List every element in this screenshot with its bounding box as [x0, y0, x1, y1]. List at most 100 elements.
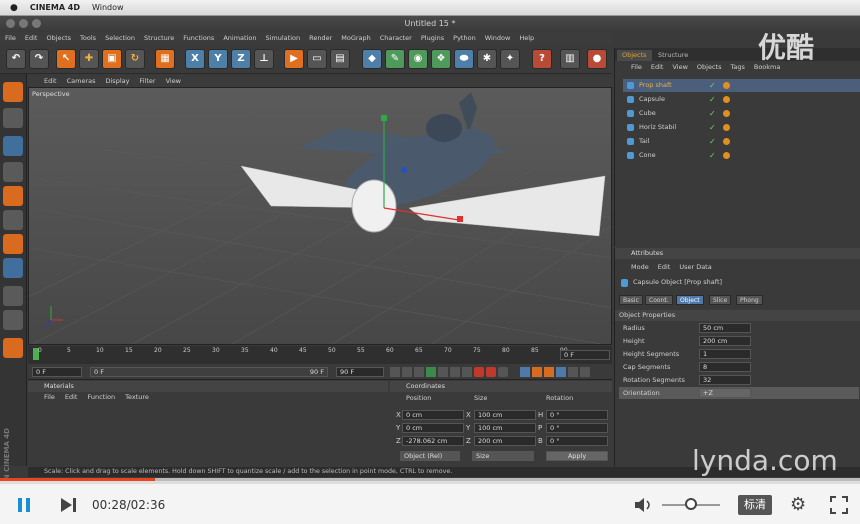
attributes-menu-user-data[interactable]: User Data	[679, 261, 711, 273]
viewport-menu-display[interactable]: Display	[106, 76, 130, 87]
parameter-key-icon[interactable]	[556, 367, 566, 377]
visibility-check-icon[interactable]: ✓	[709, 121, 716, 134]
menu-selection[interactable]: Selection	[105, 32, 135, 44]
menu-edit[interactable]: Edit	[25, 32, 38, 44]
pos-x-field[interactable]: 0 cm	[402, 410, 464, 420]
uv-mode-icon[interactable]	[3, 234, 23, 254]
menu-simulation[interactable]: Simulation	[265, 32, 300, 44]
materials-menu-file[interactable]: File	[44, 393, 55, 403]
next-icon[interactable]	[60, 497, 78, 513]
menu-animation[interactable]: Animation	[223, 32, 256, 44]
visibility-check-icon[interactable]: ✓	[709, 93, 716, 106]
object-row-capsule[interactable]: Capsule ✓	[623, 93, 860, 106]
cube-primitive-icon[interactable]: ◆	[362, 49, 382, 69]
viewport-menu-cameras[interactable]: Cameras	[67, 76, 96, 87]
x-handle[interactable]	[457, 216, 463, 222]
size-x-field[interactable]: 100 cm	[474, 410, 536, 420]
deformer-icon[interactable]: ⬬	[454, 49, 474, 69]
size-y-field[interactable]: 100 cm	[474, 423, 536, 433]
volume-knob[interactable]	[685, 498, 697, 510]
phong-tag-icon[interactable]	[723, 138, 730, 145]
objects-menu-view[interactable]: View	[672, 62, 687, 73]
minimize-window-icon[interactable]	[19, 19, 28, 28]
stop-icon[interactable]: ●	[587, 49, 607, 69]
fullscreen-icon[interactable]	[830, 496, 848, 514]
visibility-check-icon[interactable]: ✓	[709, 79, 716, 92]
menu-render[interactable]: Render	[309, 32, 332, 44]
tab-coord[interactable]: Coord.	[645, 295, 673, 305]
texture-mode-icon[interactable]	[3, 108, 23, 128]
render-settings-icon[interactable]: ▤	[330, 49, 350, 69]
rot-h-field[interactable]: 0 °	[546, 410, 608, 420]
viewport-menu-filter[interactable]: Filter	[139, 76, 155, 87]
record-icon[interactable]	[474, 367, 484, 377]
close-window-icon[interactable]	[6, 19, 15, 28]
model-mode-icon[interactable]	[3, 136, 23, 156]
current-frame-field[interactable]: 0 F	[560, 350, 610, 360]
scale-tool-icon[interactable]: ▣	[102, 49, 122, 69]
prev-key-icon[interactable]	[402, 367, 412, 377]
menu-character[interactable]: Character	[380, 32, 412, 44]
subdivision-surface-icon[interactable]: ◉	[408, 49, 428, 69]
menu-file[interactable]: File	[5, 32, 16, 44]
app-menu[interactable]: CINEMA 4D	[30, 3, 80, 12]
visibility-check-icon[interactable]: ✓	[709, 135, 716, 148]
tab-object[interactable]: Object	[676, 295, 704, 305]
rot-b-field[interactable]: 0 °	[546, 436, 608, 446]
array-generator-icon[interactable]: ❖	[431, 49, 451, 69]
x-axis-icon[interactable]: X	[185, 49, 205, 69]
object-row-prop-shaft[interactable]: Prop shaft ✓	[623, 79, 860, 92]
snap-icon[interactable]	[3, 286, 23, 306]
window-menu[interactable]: Window	[92, 3, 124, 12]
timeline-ruler[interactable]: 051015202530354045505560657075808590 0 F	[28, 346, 612, 364]
end-frame-field[interactable]: 90 F	[336, 367, 384, 377]
coordinate-mode-dropdown[interactable]: Object (Rel)	[400, 451, 460, 461]
move-tool-icon[interactable]: ✚	[79, 49, 99, 69]
menu-python[interactable]: Python	[453, 32, 476, 44]
viewport-menu-view[interactable]: View	[166, 76, 181, 87]
y-axis-icon[interactable]: Y	[208, 49, 228, 69]
menu-structure[interactable]: Structure	[144, 32, 174, 44]
goto-start-icon[interactable]	[390, 367, 400, 377]
next-key-icon[interactable]	[450, 367, 460, 377]
objects-menu-file[interactable]: File	[631, 62, 642, 73]
render-view-icon[interactable]: ▶	[284, 49, 304, 69]
axis-mode-icon[interactable]	[3, 310, 23, 330]
zoom-window-icon[interactable]	[32, 19, 41, 28]
rot-p-field[interactable]: 0 °	[546, 423, 608, 433]
height-field[interactable]: 200 cm	[699, 336, 751, 346]
rotation-segments-field[interactable]: 32	[699, 375, 751, 385]
height-segments-field[interactable]: 1	[699, 349, 751, 359]
spline-pen-icon[interactable]: ✎	[385, 49, 405, 69]
menu-help[interactable]: Help	[519, 32, 534, 44]
prop-shaft-capsule[interactable]	[351, 179, 397, 233]
select-tool-icon[interactable]: ↖	[56, 49, 76, 69]
tab-structure[interactable]: Structure	[653, 50, 693, 61]
polygons-mode-icon[interactable]	[3, 210, 23, 230]
orientation-dropdown[interactable]: +Z	[699, 388, 751, 398]
scale-key-icon[interactable]	[532, 367, 542, 377]
apple-icon[interactable]: ●	[10, 3, 18, 13]
attributes-menu-edit[interactable]: Edit	[658, 261, 671, 273]
live-select-icon[interactable]: ▦	[155, 49, 175, 69]
z-axis-icon[interactable]: Z	[231, 49, 251, 69]
phong-tag-icon[interactable]	[723, 96, 730, 103]
menu-objects[interactable]: Objects	[46, 32, 71, 44]
menu-mograph[interactable]: MoGraph	[341, 32, 371, 44]
visibility-check-icon[interactable]: ✓	[709, 107, 716, 120]
goto-end-icon[interactable]	[462, 367, 472, 377]
materials-menu-texture[interactable]: Texture	[125, 393, 149, 403]
object-row-horiz-stabil[interactable]: Horiz Stabil ✓	[623, 121, 860, 134]
cap-segments-field[interactable]: 8	[699, 362, 751, 372]
pos-z-field[interactable]: -278.062 cm	[402, 436, 464, 446]
size-mode-dropdown[interactable]: Size	[472, 451, 534, 461]
phong-tag-icon[interactable]	[723, 110, 730, 117]
tab-basic[interactable]: Basic	[619, 295, 643, 305]
tab-objects[interactable]: Objects	[617, 50, 652, 61]
visibility-check-icon[interactable]: ✓	[709, 149, 716, 162]
render-picture-viewer-icon[interactable]: ▭	[307, 49, 327, 69]
coordinate-system-icon[interactable]: ⊥	[254, 49, 274, 69]
phong-tag-icon[interactable]	[723, 82, 730, 89]
size-z-field[interactable]: 200 cm	[474, 436, 536, 446]
y-handle[interactable]	[381, 115, 387, 121]
